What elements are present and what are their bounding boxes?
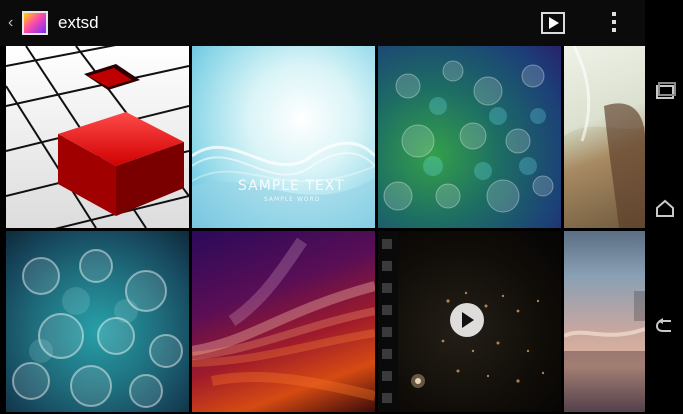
thumbnail-5[interactable] (6, 231, 189, 412)
overflow-menu-button[interactable] (610, 12, 618, 36)
thumbnail-2[interactable]: SAMPLE TEXT SAMPLE WORD (192, 46, 375, 228)
image-thumbnail-graphic (192, 237, 375, 401)
thumbnail-7-video[interactable] (378, 231, 561, 412)
image-thumbnail-graphic (383, 60, 554, 213)
image-thumbnail-graphic (12, 249, 183, 408)
gallery-app-icon[interactable] (22, 11, 48, 35)
action-bar: ‹ extsd (0, 0, 645, 46)
thumbnail-1[interactable] (6, 46, 189, 228)
chevron-left-icon[interactable]: ‹ (8, 14, 18, 32)
sample-text-main: SAMPLE TEXT (238, 178, 345, 194)
back-icon (655, 318, 671, 332)
recent-apps-icon (656, 82, 676, 99)
album-title: extsd (58, 13, 99, 32)
recent-apps-button[interactable] (653, 80, 677, 104)
back-button[interactable] (653, 314, 677, 338)
thumbnail-grid: SAMPLE TEXT SAMPLE WORD (6, 46, 645, 412)
thumbnail-3[interactable] (378, 46, 561, 228)
home-icon (656, 199, 674, 217)
image-thumbnail-graphic (564, 291, 645, 412)
overflow-dot (612, 20, 616, 24)
image-thumbnail-graphic (6, 46, 189, 228)
image-thumbnail-graphic (564, 46, 645, 228)
overflow-dot (612, 12, 616, 16)
thumbnail-8[interactable] (564, 231, 645, 412)
thumbnail-4[interactable] (564, 46, 645, 228)
slideshow-button[interactable] (541, 12, 565, 34)
play-triangle-icon (462, 312, 474, 328)
system-nav-bar (645, 0, 683, 414)
overflow-dot (612, 28, 616, 32)
thumbnail-6[interactable] (192, 231, 375, 412)
sample-text-sub: SAMPLE WORD (264, 196, 321, 203)
play-circle-icon[interactable] (450, 303, 484, 337)
home-button[interactable] (653, 196, 677, 220)
play-slideshow-icon (549, 17, 559, 29)
